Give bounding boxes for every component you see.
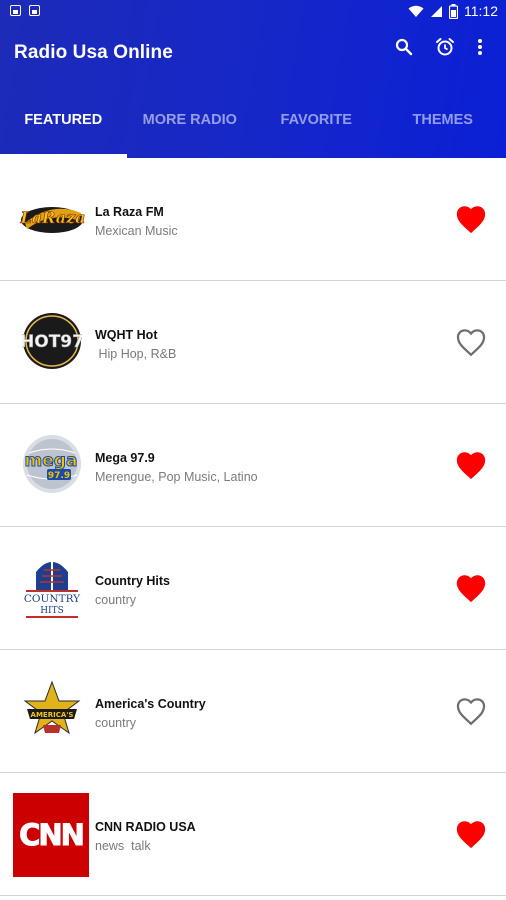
mega-logo-text: mega (25, 451, 78, 471)
cnn-logo-text: CNN (19, 818, 86, 853)
favorite-heart-outline-icon[interactable] (454, 326, 488, 358)
mega-logo-frequency: 97.9 (48, 471, 70, 481)
cnn-logo: CNN (13, 793, 89, 877)
battery-icon (449, 3, 458, 19)
tab-themes[interactable]: THEMES (380, 98, 506, 158)
status-bar: 11:12 (0, 0, 506, 26)
station-genre: Hip Hop, R&B (95, 347, 177, 361)
favorite-heart-filled-icon[interactable] (454, 449, 488, 481)
app-bar: 11:12 Radio Usa Online FEATURED MORE RAD… (0, 0, 506, 158)
tab-featured[interactable]: FEATURED (0, 98, 127, 158)
tab-bar: FEATURED MORE RADIO FAVORITE THEMES (0, 98, 506, 158)
station-genre: news talk (95, 839, 151, 853)
hot97-logo-text: HOT97 (22, 332, 82, 352)
station-genre: country (95, 716, 136, 730)
status-time: 11:12 (464, 3, 498, 19)
alarm-button[interactable] (432, 34, 458, 60)
station-name: CNN RADIO USA (95, 820, 196, 834)
la-raza-logo: LaRaza (14, 180, 90, 256)
tab-more-radio[interactable]: MORE RADIO (127, 98, 254, 158)
search-icon (395, 38, 413, 56)
hot97-logo: HOT97 (14, 303, 90, 379)
station-row[interactable]: AMERICA'S America's Country country (0, 650, 506, 773)
americas-country-logo-text: AMERICA'S (31, 711, 74, 719)
station-row[interactable]: CNN CNN RADIO USA news talk (0, 773, 506, 896)
mega979-logo: mega 97.9 (14, 426, 90, 502)
americas-country-logo: AMERICA'S (14, 672, 90, 748)
station-list: LaRaza La Raza FM Mexican Music HOT97 WQ… (0, 158, 506, 896)
favorite-heart-filled-icon[interactable] (454, 203, 488, 235)
more-options-button[interactable] (467, 34, 493, 60)
station-name: La Raza FM (95, 205, 164, 219)
country-hits-logo-text-2: HITS (40, 606, 64, 616)
app-title: Radio Usa Online (14, 42, 173, 63)
search-button[interactable] (391, 34, 417, 60)
favorite-heart-outline-icon[interactable] (454, 695, 488, 727)
station-name: WQHT Hot (95, 328, 158, 342)
la-raza-logo-text: LaRaza (19, 208, 85, 227)
station-row[interactable]: LaRaza La Raza FM Mexican Music (0, 158, 506, 281)
station-genre: Merengue, Pop Music, Latino (95, 470, 258, 484)
station-genre: country (95, 593, 136, 607)
more-vert-icon (478, 39, 482, 55)
station-row[interactable]: COUNTRY HITS Country Hits country (0, 527, 506, 650)
favorite-heart-filled-icon[interactable] (454, 572, 488, 604)
country-hits-logo: COUNTRY HITS (14, 549, 90, 625)
tab-favorite[interactable]: FAVORITE (253, 98, 380, 158)
country-hits-logo-text-1: COUNTRY (24, 593, 81, 605)
station-name: Country Hits (95, 574, 170, 588)
image-icon (29, 5, 40, 16)
image-icon (10, 5, 21, 16)
signal-icon (431, 5, 442, 17)
station-row[interactable]: HOT97 WQHT Hot Hip Hop, R&B (0, 281, 506, 404)
station-row[interactable]: mega 97.9 Mega 97.9 Merengue, Pop Music,… (0, 404, 506, 527)
toolbar: Radio Usa Online (0, 26, 506, 82)
station-genre: Mexican Music (95, 224, 178, 238)
wifi-icon (408, 5, 424, 17)
alarm-icon (436, 38, 454, 56)
favorite-heart-filled-icon[interactable] (454, 818, 488, 850)
station-name: Mega 97.9 (95, 451, 155, 465)
station-name: America's Country (95, 697, 206, 711)
